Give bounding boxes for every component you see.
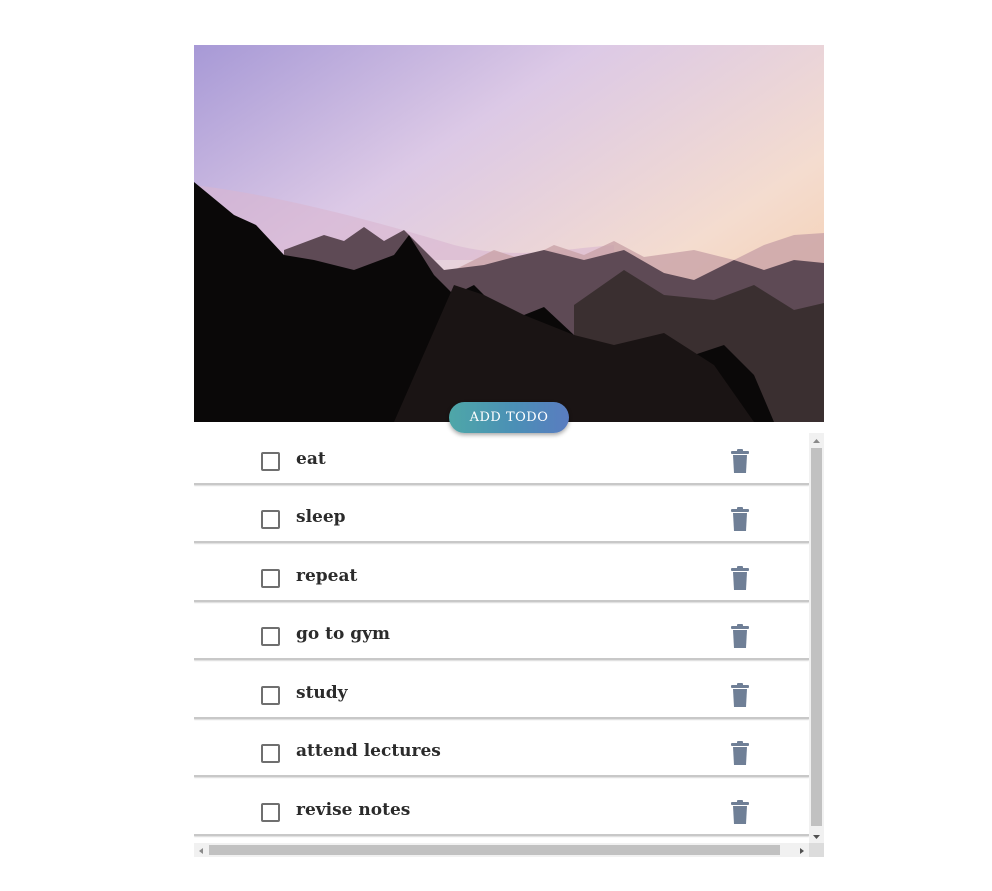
todo-label: attend lectures [296, 741, 441, 761]
horizontal-scrollbar[interactable] [194, 843, 809, 857]
trash-icon[interactable] [731, 449, 749, 473]
scroll-up-icon[interactable] [809, 433, 824, 447]
trash-icon[interactable] [731, 566, 749, 590]
header-image [194, 45, 824, 422]
todo-label: eat [296, 449, 326, 469]
todo-label: sleep [296, 507, 346, 527]
scroll-down-icon[interactable] [809, 829, 824, 843]
trash-icon[interactable] [731, 741, 749, 765]
checkbox-icon[interactable] [261, 510, 280, 529]
scrollbar-corner [809, 843, 824, 857]
todo-list-container[interactable]: eat sleep repeat go to gym study attend … [194, 433, 824, 857]
checkbox-icon[interactable] [261, 452, 280, 471]
add-todo-button[interactable]: ADD TODO [449, 402, 569, 433]
checkbox-icon[interactable] [261, 569, 280, 588]
todo-label: study [296, 683, 348, 703]
trash-icon[interactable] [731, 683, 749, 707]
checkbox-icon[interactable] [261, 686, 280, 705]
scroll-left-icon[interactable] [194, 843, 209, 857]
todo-app: ADD TODO eat sleep repeat go to gym stud… [194, 45, 824, 857]
vertical-scrollbar[interactable] [809, 433, 824, 843]
todo-item: attend lectures [194, 725, 809, 777]
vertical-scroll-thumb[interactable] [811, 448, 822, 826]
todo-label: go to gym [296, 624, 391, 644]
todo-item: sleep [194, 491, 809, 543]
checkbox-icon[interactable] [261, 803, 280, 822]
scroll-right-icon[interactable] [794, 843, 809, 857]
todo-label: revise notes [296, 800, 411, 820]
trash-icon[interactable] [731, 507, 749, 531]
trash-icon[interactable] [731, 800, 749, 824]
todo-item: eat [194, 433, 809, 485]
todo-list: eat sleep repeat go to gym study attend … [194, 433, 809, 843]
checkbox-icon[interactable] [261, 627, 280, 646]
trash-icon[interactable] [731, 624, 749, 648]
todo-item: study [194, 667, 809, 719]
todo-item: go to gym [194, 608, 809, 660]
checkbox-icon[interactable] [261, 744, 280, 763]
todo-item: repeat [194, 550, 809, 602]
horizontal-scroll-thumb[interactable] [209, 845, 780, 855]
todo-item: revise notes [194, 784, 809, 836]
todo-label: repeat [296, 566, 358, 586]
